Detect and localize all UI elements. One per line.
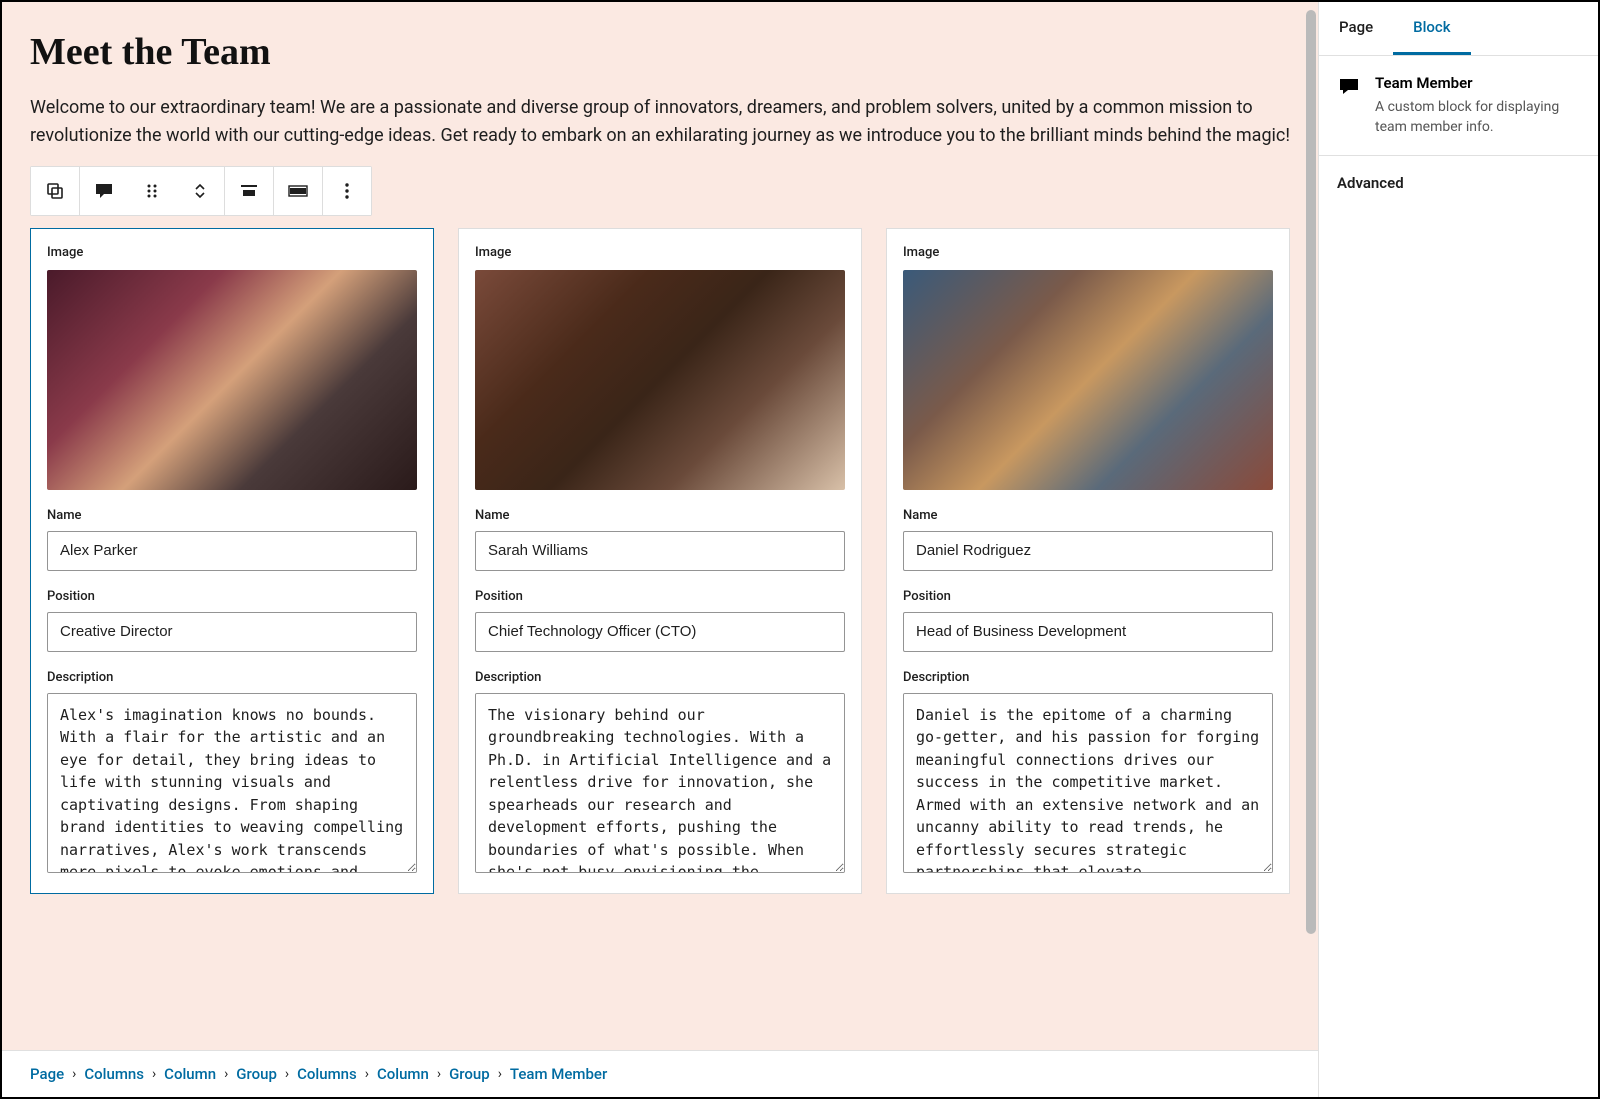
team-member-block-2[interactable]: Image Name Position Description (458, 228, 862, 894)
chevron-right-icon: › (437, 1066, 441, 1082)
position-label: Position (903, 589, 1273, 604)
name-input-3[interactable] (903, 531, 1273, 571)
position-input-2[interactable] (475, 612, 845, 652)
intro-paragraph[interactable]: Welcome to our extraordinary team! We ar… (30, 94, 1290, 150)
position-label: Position (47, 589, 417, 604)
position-input-1[interactable] (47, 612, 417, 652)
block-title: Team Member (1375, 74, 1580, 92)
block-type-icon (1337, 74, 1361, 98)
more-options-button[interactable] (323, 167, 371, 215)
move-updown-button[interactable] (176, 167, 224, 215)
page-title[interactable]: Meet the Team (30, 30, 1290, 74)
team-member-block-3[interactable]: Image Name Position Description (886, 228, 1290, 894)
image-label: Image (47, 245, 417, 260)
tab-page[interactable]: Page (1319, 2, 1393, 55)
description-label: Description (903, 670, 1273, 685)
member-image-2[interactable] (475, 270, 845, 490)
name-label: Name (47, 508, 417, 523)
settings-sidebar: Page Block Team Member A custom block fo… (1318, 2, 1598, 1097)
breadcrumb-item[interactable]: Columns (297, 1065, 357, 1083)
width-icon (286, 179, 310, 203)
description-textarea-3[interactable] (903, 693, 1273, 873)
block-info-panel: Team Member A custom block for displayin… (1319, 56, 1598, 156)
description-label: Description (47, 670, 417, 685)
name-input-1[interactable] (47, 531, 417, 571)
chevron-right-icon: › (152, 1066, 156, 1082)
breadcrumb: Page › Columns › Column › Group › Column… (2, 1050, 1318, 1097)
scrollbar-track[interactable] (1304, 10, 1316, 1037)
tab-block[interactable]: Block (1393, 2, 1470, 55)
advanced-panel-toggle[interactable]: Advanced (1319, 156, 1598, 210)
width-button[interactable] (274, 167, 322, 215)
chevron-right-icon: › (72, 1066, 76, 1082)
team-member-block-1[interactable]: Image Name Position Description (30, 228, 434, 894)
position-input-3[interactable] (903, 612, 1273, 652)
more-vertical-icon (335, 179, 359, 203)
breadcrumb-item[interactable]: Column (377, 1065, 429, 1083)
drag-dots-icon (140, 179, 164, 203)
image-label: Image (475, 245, 845, 260)
member-image-1[interactable] (47, 270, 417, 490)
comment-icon (92, 179, 116, 203)
chevron-right-icon: › (285, 1066, 289, 1082)
block-description: A custom block for displaying team membe… (1375, 98, 1580, 137)
description-label: Description (475, 670, 845, 685)
description-textarea-1[interactable] (47, 693, 417, 873)
breadcrumb-item[interactable]: Columns (84, 1065, 144, 1083)
chevron-updown-icon (188, 179, 212, 203)
breadcrumb-item[interactable]: Column (164, 1065, 216, 1083)
chevron-right-icon: › (224, 1066, 228, 1082)
breadcrumb-item[interactable]: Group (449, 1065, 490, 1083)
description-textarea-2[interactable] (475, 693, 845, 873)
chevron-right-icon: › (498, 1066, 502, 1082)
breadcrumb-item[interactable]: Team Member (510, 1065, 607, 1083)
member-image-3[interactable] (903, 270, 1273, 490)
align-icon (237, 179, 261, 203)
breadcrumb-item[interactable]: Group (236, 1065, 277, 1083)
sidebar-tabs: Page Block (1319, 2, 1598, 56)
chevron-right-icon: › (365, 1066, 369, 1082)
block-toolbar (30, 166, 372, 216)
name-input-2[interactable] (475, 531, 845, 571)
team-row: Image Name Position Description (30, 228, 1290, 894)
align-button[interactable] (225, 167, 273, 215)
block-type-button[interactable] (80, 167, 128, 215)
breadcrumb-item[interactable]: Page (30, 1065, 64, 1083)
select-parent-button[interactable] (31, 167, 79, 215)
image-label: Image (903, 245, 1273, 260)
select-parent-icon (43, 179, 67, 203)
name-label: Name (903, 508, 1273, 523)
drag-handle-button[interactable] (128, 167, 176, 215)
comment-icon (1337, 74, 1361, 98)
position-label: Position (475, 589, 845, 604)
editor-canvas[interactable]: Meet the Team Welcome to our extraordina… (2, 2, 1318, 1050)
scrollbar-thumb[interactable] (1306, 10, 1316, 934)
name-label: Name (475, 508, 845, 523)
